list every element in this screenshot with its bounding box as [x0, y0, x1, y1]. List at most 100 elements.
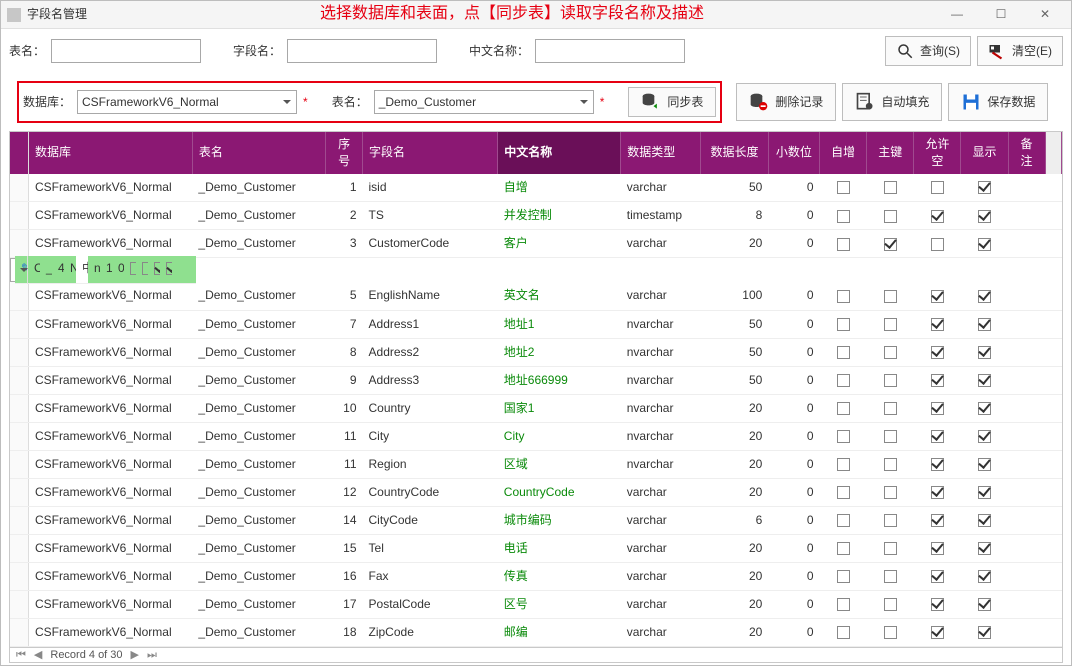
- clear-button[interactable]: 清空(E): [977, 36, 1063, 66]
- cell-cn[interactable]: 中文名称: [76, 256, 88, 284]
- checkbox[interactable]: [884, 346, 897, 359]
- checkbox[interactable]: [837, 210, 850, 223]
- checkbox[interactable]: [978, 570, 991, 583]
- cell-cn[interactable]: 地址666999: [498, 366, 621, 394]
- save-button[interactable]: 保存数据: [948, 83, 1048, 121]
- col-len[interactable]: 数据长度: [701, 132, 769, 174]
- checkbox[interactable]: [931, 210, 944, 223]
- table-row[interactable]: CSFrameworkV6_Normal_Demo_Customer18ZipC…: [10, 618, 1062, 646]
- checkbox[interactable]: [837, 346, 850, 359]
- checkbox[interactable]: [884, 598, 897, 611]
- cell-cn[interactable]: 并发控制: [498, 202, 621, 230]
- col-dec[interactable]: 小数位: [768, 132, 819, 174]
- checkbox[interactable]: [978, 181, 991, 194]
- cell-cn[interactable]: 地址2: [498, 338, 621, 366]
- checkbox[interactable]: [837, 430, 850, 443]
- checkbox[interactable]: [978, 210, 991, 223]
- checkbox[interactable]: [884, 290, 897, 303]
- checkbox[interactable]: [931, 318, 944, 331]
- table-row[interactable]: CSFrameworkV6_Normal_Demo_Customer12Coun…: [10, 478, 1062, 506]
- checkbox[interactable]: [837, 374, 850, 387]
- cell-cn[interactable]: 自增: [498, 174, 621, 202]
- col-db[interactable]: 数据库: [28, 132, 192, 174]
- checkbox[interactable]: [837, 181, 850, 194]
- checkbox[interactable]: [166, 262, 172, 275]
- checkbox[interactable]: [130, 262, 136, 275]
- nav-last[interactable]: ⏭: [147, 648, 157, 663]
- checkbox[interactable]: [884, 210, 897, 223]
- checkbox[interactable]: [978, 238, 991, 251]
- checkbox[interactable]: [978, 374, 991, 387]
- cell-cn[interactable]: 城市编码: [498, 506, 621, 534]
- checkbox[interactable]: [931, 514, 944, 527]
- table-row[interactable]: CSFrameworkV6_Normal_Demo_Customer17Post…: [10, 590, 1062, 618]
- cell-cn[interactable]: 地址1: [498, 310, 621, 338]
- col-cn[interactable]: 中文名称: [498, 132, 621, 174]
- checkbox[interactable]: [884, 238, 897, 251]
- nav-next[interactable]: ▶: [131, 648, 139, 663]
- checkbox[interactable]: [884, 626, 897, 639]
- checkbox[interactable]: [931, 374, 944, 387]
- checkbox[interactable]: [931, 181, 944, 194]
- checkbox[interactable]: [884, 542, 897, 555]
- col-show[interactable]: 显示: [961, 132, 1008, 174]
- col-auto[interactable]: 自增: [820, 132, 867, 174]
- col-tbl[interactable]: 表名: [192, 132, 325, 174]
- cell-cn[interactable]: 区域: [498, 450, 621, 478]
- table-row[interactable]: CSFrameworkV6_Normal_Demo_Customer3Custo…: [10, 230, 1062, 258]
- checkbox[interactable]: [837, 514, 850, 527]
- table-row[interactable]: CSFrameworkV6_Normal_Demo_Customer5Engli…: [10, 282, 1062, 310]
- checkbox[interactable]: [884, 570, 897, 583]
- nav-prev[interactable]: ◀: [34, 648, 42, 663]
- col-pk[interactable]: 主键: [867, 132, 914, 174]
- checkbox[interactable]: [884, 402, 897, 415]
- checkbox[interactable]: [837, 238, 850, 251]
- checkbox[interactable]: [931, 290, 944, 303]
- checkbox[interactable]: [931, 542, 944, 555]
- table-row[interactable]: CSFrameworkV6_Normal_Demo_Customer15Tel电…: [10, 534, 1062, 562]
- checkbox[interactable]: [154, 262, 160, 275]
- table-row[interactable]: ✎CSFrameworkV6_Normal_Demo_Customer4Nati…: [10, 258, 34, 282]
- autofill-button[interactable]: 自动填充: [842, 83, 942, 121]
- checkbox[interactable]: [978, 542, 991, 555]
- checkbox[interactable]: [884, 318, 897, 331]
- query-button[interactable]: 查询(S): [885, 36, 971, 66]
- cell-cn[interactable]: CountryCode: [498, 478, 621, 506]
- checkbox[interactable]: [884, 181, 897, 194]
- maximize-button[interactable]: ☐: [981, 5, 1021, 25]
- checkbox[interactable]: [931, 570, 944, 583]
- table-row[interactable]: CSFrameworkV6_Normal_Demo_Customer11Regi…: [10, 450, 1062, 478]
- checkbox[interactable]: [931, 238, 944, 251]
- cell-cn[interactable]: 英文名: [498, 282, 621, 310]
- checkbox[interactable]: [837, 570, 850, 583]
- table-select[interactable]: _Demo_Customer: [374, 90, 594, 114]
- checkbox[interactable]: [931, 430, 944, 443]
- checkbox[interactable]: [884, 458, 897, 471]
- checkbox[interactable]: [142, 262, 148, 275]
- checkbox[interactable]: [837, 402, 850, 415]
- checkbox[interactable]: [837, 486, 850, 499]
- col-type[interactable]: 数据类型: [621, 132, 701, 174]
- col-rmk[interactable]: 备注: [1008, 132, 1045, 174]
- checkbox[interactable]: [931, 458, 944, 471]
- checkbox[interactable]: [978, 318, 991, 331]
- checkbox[interactable]: [931, 402, 944, 415]
- table-row[interactable]: CSFrameworkV6_Normal_Demo_Customer2TS并发控…: [10, 202, 1062, 230]
- checkbox[interactable]: [837, 290, 850, 303]
- checkbox[interactable]: [978, 346, 991, 359]
- checkbox[interactable]: [978, 402, 991, 415]
- checkbox[interactable]: [931, 626, 944, 639]
- checkbox[interactable]: [837, 542, 850, 555]
- filter-field-input[interactable]: [287, 39, 437, 63]
- db-select[interactable]: CSFrameworkV6_Normal: [77, 90, 297, 114]
- checkbox[interactable]: [884, 430, 897, 443]
- filter-cnname-input[interactable]: [535, 39, 685, 63]
- table-row[interactable]: CSFrameworkV6_Normal_Demo_Customer10Coun…: [10, 394, 1062, 422]
- cell-cn[interactable]: 客户: [498, 230, 621, 258]
- table-row[interactable]: CSFrameworkV6_Normal_Demo_Customer14City…: [10, 506, 1062, 534]
- close-button[interactable]: ✕: [1025, 5, 1065, 25]
- table-row[interactable]: CSFrameworkV6_Normal_Demo_Customer16Fax传…: [10, 562, 1062, 590]
- checkbox[interactable]: [978, 598, 991, 611]
- checkbox[interactable]: [978, 486, 991, 499]
- col-fld[interactable]: 字段名: [363, 132, 498, 174]
